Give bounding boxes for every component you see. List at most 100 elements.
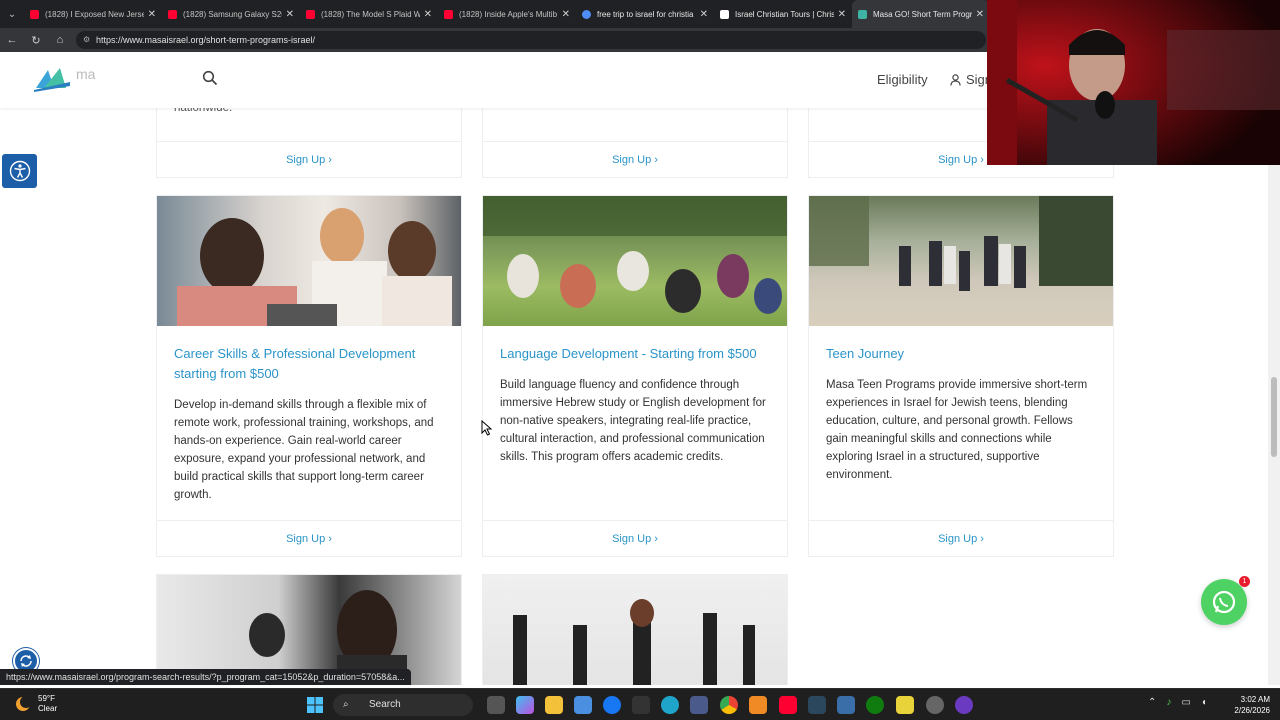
card-title[interactable]: Teen Journey <box>809 326 1113 364</box>
youtube-icon <box>30 9 39 19</box>
close-icon[interactable]: ✕ <box>838 9 846 20</box>
browser-tab[interactable]: Israel Christian Tours | Christ ✕ <box>714 0 852 28</box>
close-icon[interactable]: ✕ <box>286 9 294 20</box>
browser-tab[interactable]: (1828) Samsung Galaxy S26 ✕ <box>162 0 300 28</box>
sign-up-link[interactable]: Sign Up › <box>809 520 1113 556</box>
vlc-icon[interactable] <box>749 696 767 714</box>
close-icon[interactable]: ✕ <box>700 9 708 20</box>
volume-icon[interactable]: ◖ <box>1201 697 1207 708</box>
card-image-dance[interactable] <box>483 575 787 685</box>
nav-eligibility-link[interactable]: Eligibility <box>877 72 928 87</box>
language-photo <box>483 196 787 314</box>
store-icon[interactable] <box>574 696 592 714</box>
home-icon[interactable]: ⌂ <box>48 34 72 46</box>
youtube-icon <box>168 9 177 19</box>
scrollbar-thumb[interactable] <box>1271 377 1277 457</box>
steam-icon[interactable] <box>808 696 826 714</box>
windows-start-icon[interactable] <box>307 697 323 713</box>
close-icon[interactable]: ✕ <box>976 9 984 20</box>
browser-tab[interactable]: (1828) Inside Apple's Multib ✕ <box>438 0 576 28</box>
windows-taskbar: 59°F Clear ⌕ Search ⌃ ♪ ▭ ◖ 3:02 AM 2/26/… <box>0 688 1280 720</box>
notification-badge: 1 <box>1239 576 1250 587</box>
sign-up-link[interactable]: Sign Up › <box>483 520 787 556</box>
taskbar-clock[interactable]: 3:02 AM 2/26/2026 <box>1226 694 1270 716</box>
search-icon <box>582 9 591 19</box>
task-view-icon[interactable] <box>487 696 505 714</box>
xbox-icon[interactable] <box>866 696 884 714</box>
card-title[interactable]: Language Development - Starting from $50… <box>483 326 787 364</box>
microphone-icon[interactable]: ♪ <box>1166 697 1171 708</box>
program-card: Language Development - Starting from $50… <box>482 195 788 557</box>
user-icon <box>950 73 961 86</box>
card-description: Develop in-demand skills through a flexi… <box>174 399 434 501</box>
search-icon[interactable] <box>202 70 218 86</box>
card-image-career[interactable] <box>157 196 461 326</box>
search-icon: ⌕ <box>343 699 349 710</box>
program-card: Teen Journey Masa Teen Programs provide … <box>808 195 1114 557</box>
webcam-overlay <box>987 0 1280 165</box>
webcam-video <box>987 0 1280 165</box>
weather-temp: 59°F <box>38 694 55 703</box>
sticky-notes-icon[interactable] <box>896 696 914 714</box>
masa-logo-icon[interactable] <box>34 66 70 92</box>
youtube-icon <box>444 9 453 19</box>
clock-date: 2/26/2026 <box>1234 706 1270 715</box>
tab-search-icon[interactable]: ⌄ <box>0 0 24 28</box>
sign-up-link[interactable]: Sign Up › <box>157 520 461 556</box>
obs-icon[interactable] <box>955 696 973 714</box>
close-icon[interactable]: ✕ <box>148 9 156 20</box>
amazon-icon[interactable] <box>632 696 650 714</box>
chrome-icon[interactable] <box>720 696 738 714</box>
card-description-partial: nationwide. <box>174 108 233 114</box>
teen-photo <box>809 196 1113 291</box>
youtube-icon <box>306 9 315 19</box>
taskbar-search[interactable]: ⌕ Search <box>333 694 473 716</box>
program-card-partial: nationwide. Sign Up › <box>156 108 462 178</box>
reload-icon[interactable]: ↻ <box>24 34 48 47</box>
url-text: https://www.masaisrael.org/short-term-pr… <box>96 35 316 45</box>
copilot-icon[interactable] <box>516 696 534 714</box>
card-image-teen[interactable] <box>809 196 1113 326</box>
card-title[interactable]: Career Skills & Professional Development… <box>157 326 461 384</box>
edge-icon[interactable] <box>661 696 679 714</box>
youtube-icon[interactable] <box>779 696 797 714</box>
program-card-partial <box>482 574 788 685</box>
clock-time: 3:02 AM <box>1240 695 1270 704</box>
sign-up-link[interactable]: Sign Up › <box>483 141 787 177</box>
close-icon[interactable]: ✕ <box>562 9 570 20</box>
program-card: Career Skills & Professional Development… <box>156 195 462 557</box>
card-description: Masa Teen Programs provide immersive sho… <box>826 379 1088 481</box>
browser-tab[interactable]: (1828) The Model S Plaid W ✕ <box>300 0 438 28</box>
whatsapp-chat-button[interactable] <box>1201 579 1247 625</box>
whatsapp-icon <box>1212 590 1236 614</box>
back-icon[interactable]: ← <box>0 34 24 46</box>
card-description: Build language fluency and confidence th… <box>500 379 766 463</box>
card-image-language[interactable] <box>483 196 787 326</box>
file-explorer-icon[interactable] <box>545 696 563 714</box>
weather-widget[interactable]: 59°F Clear <box>14 694 57 714</box>
address-bar[interactable]: ⚙ https://www.masaisrael.org/short-term-… <box>76 31 986 49</box>
browser-tab-active[interactable]: Masa GO! Short Term Progra ✕ <box>852 0 990 28</box>
network-icon[interactable]: ▭ <box>1181 697 1190 708</box>
moon-icon <box>16 696 32 711</box>
nav-sign-in-link[interactable]: Sign <box>950 72 992 87</box>
program-card-partial: Sign Up › <box>482 108 788 178</box>
close-icon[interactable]: ✕ <box>424 9 432 20</box>
browser-tab[interactable]: free trip to israel for christia ✕ <box>576 0 714 28</box>
facebook-icon[interactable] <box>603 696 621 714</box>
accessibility-button[interactable] <box>2 154 37 188</box>
calculator-icon[interactable] <box>690 696 708 714</box>
career-photo <box>177 208 452 326</box>
weather-desc: Clear <box>38 704 58 713</box>
system-tray[interactable]: ⌃ ♪ ▭ ◖ <box>1148 697 1207 708</box>
page-scrollbar[interactable] <box>1268 165 1280 685</box>
site-icon <box>720 9 729 19</box>
settings-icon[interactable] <box>926 696 944 714</box>
logo-text: ma <box>76 66 96 82</box>
site-info-icon[interactable]: ⚙ <box>83 31 90 49</box>
browser-tab[interactable]: (1828) I Exposed New Jerse ✕ <box>24 0 162 28</box>
app-icon[interactable] <box>837 696 855 714</box>
sign-up-link[interactable]: Sign Up › <box>157 141 461 177</box>
chevron-up-icon[interactable]: ⌃ <box>1148 697 1156 708</box>
accessibility-icon <box>9 160 30 182</box>
